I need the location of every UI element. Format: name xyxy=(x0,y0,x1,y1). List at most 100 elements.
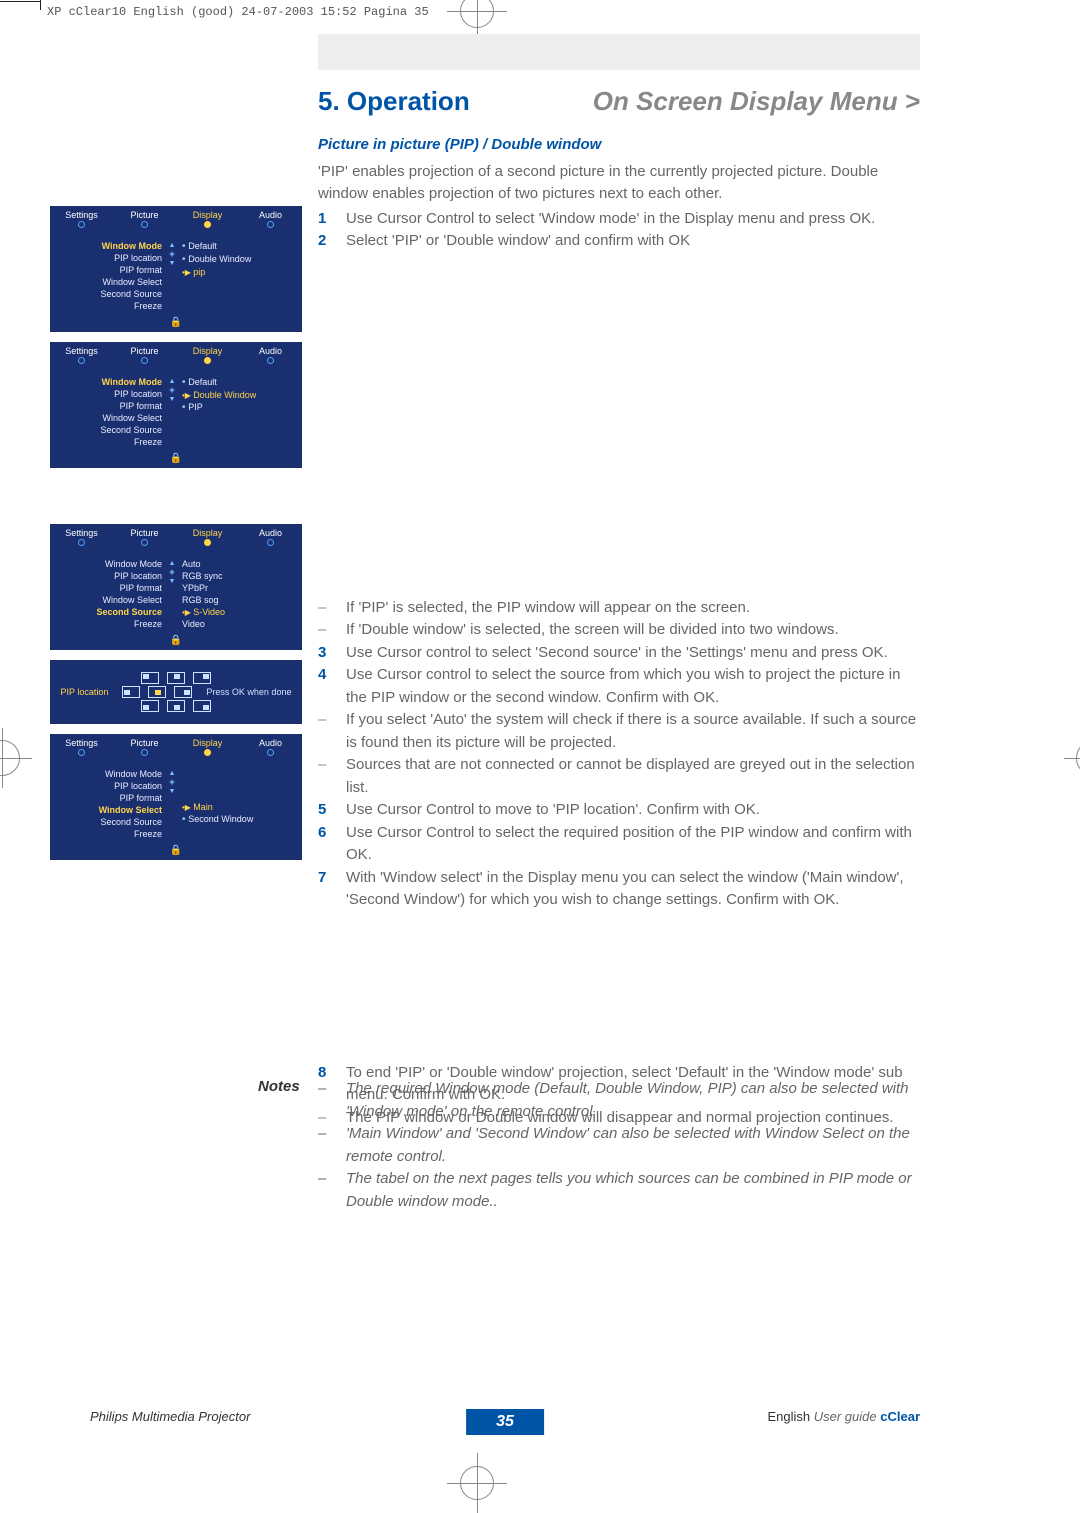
footer-right: English User guide cClear xyxy=(767,1409,920,1424)
dash-text: If you select 'Auto' the system will che… xyxy=(346,709,920,754)
lock-icon: 🔒 xyxy=(170,453,182,464)
menu-item: Second Source xyxy=(58,288,162,300)
step-text: Use Cursor control to select 'Second sou… xyxy=(346,642,920,665)
menu-item: PIP format xyxy=(58,792,162,804)
nav-arrows-icon: ▲◈▼ xyxy=(168,240,176,312)
step-num: 6 xyxy=(318,822,346,867)
dash: – xyxy=(318,709,346,754)
option: Default xyxy=(182,240,294,253)
osd-pip-location: PIP location Press OK when done xyxy=(50,660,302,724)
lock-icon: 🔒 xyxy=(170,317,182,328)
tab-settings: Settings xyxy=(50,342,113,366)
step-num: 4 xyxy=(318,664,346,709)
option: RGB sync xyxy=(182,570,294,582)
intro-paragraph: 'PIP' enables projection of a second pic… xyxy=(318,161,920,206)
dash-text: If 'Double window' is selected, the scre… xyxy=(346,619,920,642)
dash-list: –If 'PIP' is selected, the PIP window wi… xyxy=(318,597,920,642)
option-current: Double Window xyxy=(182,389,294,401)
tab-display: Display xyxy=(176,342,239,366)
tab-display: Display xyxy=(176,734,239,758)
dash-text: Sources that are not connected or cannot… xyxy=(346,754,920,799)
footer-left: Philips Multimedia Projector xyxy=(90,1409,250,1424)
menu-item: Second Source xyxy=(58,816,162,828)
menu-item: PIP location xyxy=(58,780,162,792)
menu-item-selected: Window Mode xyxy=(58,240,162,252)
menu-item: Window Mode xyxy=(58,558,162,570)
tab-audio: Audio xyxy=(239,524,302,548)
dash: – xyxy=(318,1168,346,1213)
crop-mark xyxy=(0,1,40,2)
dash: – xyxy=(318,1078,346,1123)
notes-body: –The required Window mode (Default, Doub… xyxy=(318,1078,920,1213)
menu-item: PIP location xyxy=(58,388,162,400)
note-text: The tabel on the next pages tells you wh… xyxy=(346,1168,920,1213)
crop-mark xyxy=(40,0,41,10)
tab-settings: Settings xyxy=(50,206,113,230)
osd-menus-column: Settings Picture Display Audio Window Mo… xyxy=(50,206,302,870)
option: Video xyxy=(182,618,294,630)
section-title: On Screen Display Menu > xyxy=(593,86,920,117)
notes-section: Notes –The required Window mode (Default… xyxy=(258,1078,920,1213)
option: Auto xyxy=(182,558,294,570)
menu-item: Freeze xyxy=(58,436,162,448)
lock-icon: 🔒 xyxy=(170,635,182,646)
menu-item: PIP format xyxy=(58,400,162,412)
step-text: Select 'PIP' or 'Double window' and conf… xyxy=(346,230,920,253)
option-current: pip xyxy=(182,266,294,278)
step-text: Use Cursor Control to select the require… xyxy=(346,822,920,867)
menu-item: PIP location xyxy=(58,252,162,264)
nav-arrows-icon: ▲◈▼ xyxy=(168,768,176,840)
note-text: 'Main Window' and 'Second Window' can al… xyxy=(346,1123,920,1168)
menu-item: Freeze xyxy=(58,618,162,630)
tab-settings: Settings xyxy=(50,734,113,758)
menu-item: Window Select xyxy=(58,594,162,606)
option-current: S-Video xyxy=(182,606,294,618)
nav-arrows-icon: ▲◈▼ xyxy=(168,376,176,448)
menu-item: PIP location xyxy=(58,570,162,582)
heading-row: 5. Operation On Screen Display Menu > xyxy=(318,86,920,117)
header-band xyxy=(318,34,920,70)
step-num: 3 xyxy=(318,642,346,665)
menu-item-selected: Window Select xyxy=(58,804,162,816)
step-num: 5 xyxy=(318,799,346,822)
subheading: Picture in picture (PIP) / Double window xyxy=(318,134,920,157)
tab-display: Display xyxy=(176,524,239,548)
tab-audio: Audio xyxy=(239,206,302,230)
step-text: With 'Window select' in the Display menu… xyxy=(346,867,920,912)
menu-item: Window Select xyxy=(58,276,162,288)
page: 5. Operation On Screen Display Menu > Pi… xyxy=(38,24,1040,1460)
note-text: The required Window mode (Default, Doubl… xyxy=(346,1078,920,1123)
registration-mark-left xyxy=(0,740,20,776)
menu-item: Window Select xyxy=(58,412,162,424)
menu-item-selected: Second Source xyxy=(58,606,162,618)
menu-item: PIP format xyxy=(58,582,162,594)
menu-item: Freeze xyxy=(58,300,162,312)
lock-icon: 🔒 xyxy=(170,845,182,856)
dash: – xyxy=(318,754,346,799)
osd-menu-1: Settings Picture Display Audio Window Mo… xyxy=(50,206,302,332)
tab-settings: Settings xyxy=(50,524,113,548)
tab-audio: Audio xyxy=(239,734,302,758)
tab-picture: Picture xyxy=(113,206,176,230)
osd-menu-3: Settings Picture Display Audio Window Mo… xyxy=(50,524,302,650)
tab-display: Display xyxy=(176,206,239,230)
option: Default xyxy=(182,376,294,389)
dash: – xyxy=(318,597,346,620)
option: YPbPr xyxy=(182,582,294,594)
tab-picture: Picture xyxy=(113,524,176,548)
notes-label: Notes xyxy=(258,1078,318,1213)
step-text: Use Cursor Control to select 'Window mod… xyxy=(346,208,920,231)
menu-item: Window Mode xyxy=(58,768,162,780)
pip-location-hint: Press OK when done xyxy=(206,687,291,697)
tab-picture: Picture xyxy=(113,734,176,758)
page-number: 35 xyxy=(466,1409,544,1435)
crop-header-text: XP cClear10 English (good) 24-07-2003 15… xyxy=(47,5,429,19)
chapter-title: 5. Operation xyxy=(318,86,470,117)
step-num: 7 xyxy=(318,867,346,912)
step-text: Use Cursor Control to move to 'PIP locat… xyxy=(346,799,920,822)
osd-menu-2: Settings Picture Display Audio Window Mo… xyxy=(50,342,302,468)
option: PIP xyxy=(182,401,294,414)
option: RGB sog xyxy=(182,594,294,606)
tab-audio: Audio xyxy=(239,342,302,366)
tab-picture: Picture xyxy=(113,342,176,366)
